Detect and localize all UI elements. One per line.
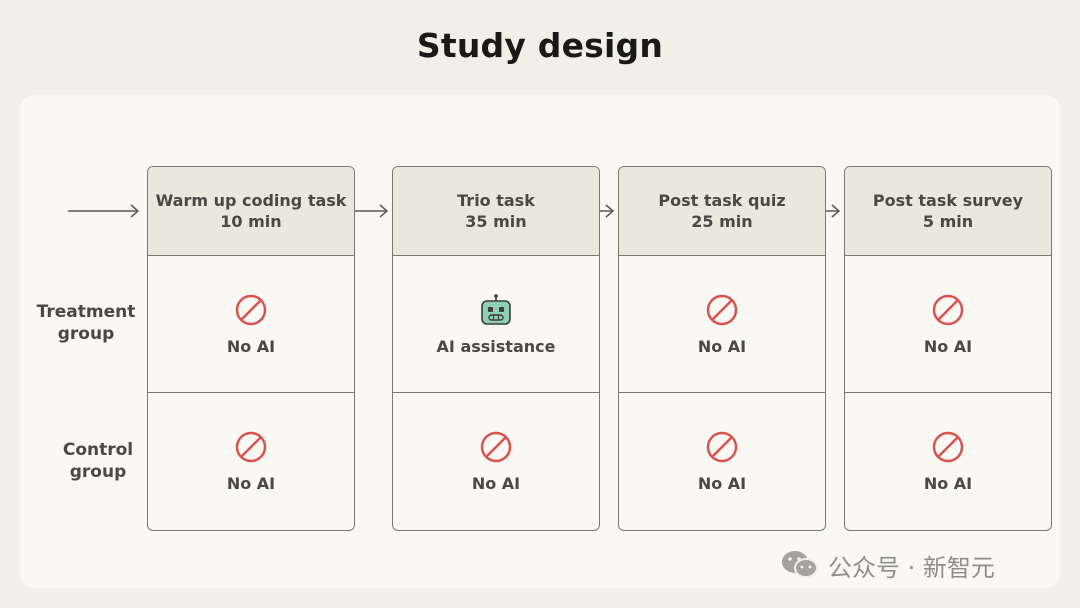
cell-label: No AI (226, 336, 276, 356)
cell-control: No AI (619, 393, 825, 530)
cell-control: No AI (148, 393, 354, 530)
stage-duration: 35 min (465, 212, 527, 231)
no-icon (479, 430, 513, 464)
cell-label: No AI (697, 336, 747, 356)
cell-label: No AI (923, 474, 973, 493)
cell-treatment: No AI (148, 256, 354, 393)
cell-label: No AI (923, 336, 973, 356)
stage-duration: 5 min (922, 212, 974, 231)
stage-name: Post task survey (872, 191, 1024, 210)
stage-1: Warm up coding task 10 min No AI No AI (147, 166, 355, 531)
stage-2: Trio task 35 min AI assistance No AI (392, 166, 600, 531)
stage-4: Post task survey 5 min No AI No AI (844, 166, 1052, 531)
connector-arrow-1 (355, 204, 389, 218)
robot-icon (479, 293, 513, 327)
stage-3: Post task quiz 25 min No AI No AI (618, 166, 826, 531)
diagram-title: Study design (416, 26, 664, 65)
stage-name: Post task quiz (658, 191, 786, 210)
no-icon (931, 293, 965, 327)
cell-treatment: AI assistance (393, 256, 599, 393)
stage-name: Warm up coding task (155, 191, 347, 210)
row-label-treatment: Treatment group (36, 302, 136, 344)
no-icon (234, 293, 268, 327)
cell-label: No AI (226, 474, 276, 493)
entry-arrow (68, 204, 140, 218)
wechat-icon (780, 549, 820, 581)
stage-header: Post task quiz 25 min (619, 167, 825, 256)
cell-label: AI assistance (436, 336, 556, 356)
watermark: 公众号 · 新智元 (780, 548, 995, 582)
cell-treatment: No AI (619, 256, 825, 393)
stage-name: Trio task (457, 191, 535, 210)
cell-label: No AI (697, 474, 747, 493)
stage-header: Post task survey 5 min (845, 167, 1051, 256)
cell-control: No AI (393, 393, 599, 530)
cell-label: No AI (471, 474, 521, 493)
no-icon (931, 430, 965, 464)
stage-duration: 25 min (691, 212, 753, 231)
cell-treatment: No AI (845, 256, 1051, 393)
no-icon (705, 430, 739, 464)
stage-header: Warm up coding task 10 min (148, 167, 354, 256)
cell-control: No AI (845, 393, 1051, 530)
watermark-text: 公众号 · 新智元 (828, 553, 995, 582)
row-label-control: Control group (62, 440, 134, 482)
stage-header: Trio task 35 min (393, 167, 599, 256)
no-icon (234, 430, 268, 464)
no-icon (705, 293, 739, 327)
stage-duration: 10 min (220, 212, 282, 231)
